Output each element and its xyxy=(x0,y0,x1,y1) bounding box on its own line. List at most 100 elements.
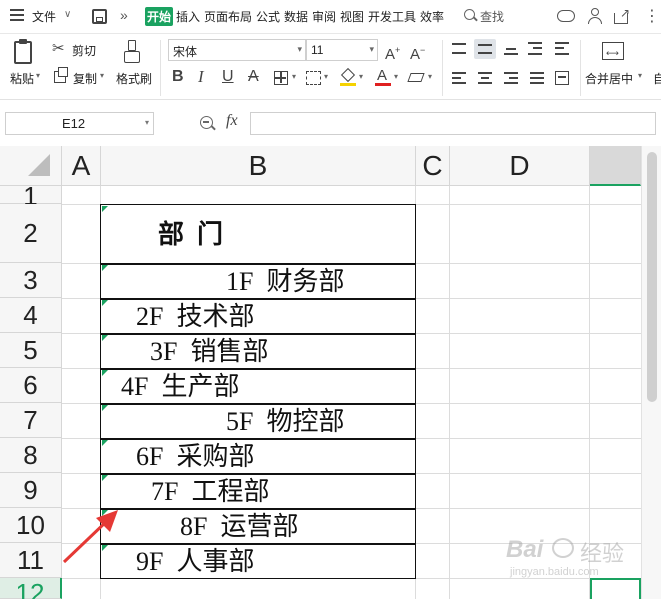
cell-style-icon[interactable] xyxy=(306,71,321,85)
borders-icon[interactable] xyxy=(274,71,288,85)
share-user-icon[interactable] xyxy=(588,8,604,24)
align-left-icon[interactable] xyxy=(452,72,466,86)
column-header-c[interactable]: C xyxy=(416,146,450,186)
cell-b11[interactable]: 9F 人事部 xyxy=(136,547,254,577)
scissors-icon[interactable]: ✂ xyxy=(52,41,65,57)
row-header-4[interactable]: 4 xyxy=(0,298,62,333)
search-label[interactable]: 查找 xyxy=(480,8,504,25)
font-size-select[interactable]: 11 ▾ xyxy=(306,39,378,61)
row-header-1[interactable]: 1 xyxy=(0,183,62,209)
distributed-align-icon[interactable] xyxy=(555,71,569,85)
tab-data[interactable]: 数据 xyxy=(284,8,308,25)
hamburger-menu-icon[interactable] xyxy=(10,9,24,21)
borders-dropdown-icon[interactable]: ▾ xyxy=(292,72,296,81)
select-all-corner[interactable] xyxy=(0,146,62,186)
underline-icon[interactable]: U xyxy=(222,69,234,85)
cell-style-dropdown-icon[interactable]: ▾ xyxy=(324,72,328,81)
copy-icon[interactable] xyxy=(54,67,68,83)
more-options-icon[interactable]: ⋮ xyxy=(644,6,660,26)
row-header-10[interactable]: 10 xyxy=(0,508,62,543)
justify-icon[interactable] xyxy=(530,72,544,86)
row-header-9[interactable]: 9 xyxy=(0,473,62,508)
merge-center-icon[interactable]: ⟷ xyxy=(602,42,624,60)
fill-color-icon[interactable] xyxy=(340,67,356,87)
decrease-font-icon[interactable]: A− xyxy=(410,42,425,63)
export-icon[interactable]: ↗ xyxy=(614,7,630,24)
save-icon[interactable] xyxy=(92,9,107,24)
search-icon[interactable] xyxy=(464,9,478,22)
more-menu-icon[interactable]: » xyxy=(120,7,128,23)
cell-b7[interactable]: 5F 物控部 xyxy=(226,407,344,437)
vertical-scrollbar[interactable] xyxy=(641,146,661,599)
font-color-dropdown-icon[interactable]: ▾ xyxy=(394,72,398,81)
increase-indent-icon[interactable] xyxy=(555,42,569,56)
fx-icon[interactable]: fx xyxy=(226,112,238,130)
merge-center-button[interactable]: 合并居中 xyxy=(585,70,633,87)
tab-review[interactable]: 审阅 xyxy=(312,8,336,25)
strikethrough-icon[interactable]: A xyxy=(248,69,259,85)
merge-center-dropdown-icon[interactable]: ▾ xyxy=(638,71,642,80)
align-right-icon[interactable] xyxy=(504,72,518,86)
increase-font-icon[interactable]: A+ xyxy=(385,42,400,63)
cell-b9[interactable]: 7F 工程部 xyxy=(151,477,269,507)
cell-b3[interactable]: 1F 财务部 xyxy=(226,267,344,297)
column-header-d[interactable]: D xyxy=(450,146,590,186)
row-header-2[interactable]: 2 xyxy=(0,204,62,263)
tab-developer[interactable]: 开发工具 xyxy=(368,8,416,25)
copy-button[interactable]: 复制 xyxy=(73,70,97,87)
tab-formulas[interactable]: 公式 xyxy=(256,8,280,25)
row-header-7[interactable]: 7 xyxy=(0,403,62,438)
bold-icon[interactable]: B xyxy=(172,69,184,85)
chevron-down-icon[interactable]: ∨ xyxy=(64,9,71,20)
ribbon-overflow-label[interactable]: 自 xyxy=(653,70,661,87)
clear-format-dropdown-icon[interactable]: ▾ xyxy=(428,72,432,81)
decrease-indent-icon[interactable] xyxy=(528,42,542,56)
cell-b5[interactable]: 3F 销售部 xyxy=(150,337,268,367)
tab-insert[interactable]: 插入 xyxy=(176,8,200,25)
align-center-icon[interactable] xyxy=(478,72,492,86)
cell-b10[interactable]: 8F 运营部 xyxy=(180,512,298,542)
column-header-a[interactable]: A xyxy=(62,146,101,186)
row-header-12[interactable]: 12 xyxy=(0,578,62,599)
zoom-icon[interactable] xyxy=(200,116,216,131)
paste-button[interactable]: 粘贴 xyxy=(10,70,34,87)
clear-format-icon[interactable] xyxy=(407,73,425,82)
formula-input[interactable] xyxy=(250,112,656,135)
column-header-b[interactable]: B xyxy=(101,146,416,186)
cell-b8[interactable]: 6F 采购部 xyxy=(136,442,254,472)
italic-icon[interactable]: I xyxy=(198,68,204,85)
cloud-icon[interactable] xyxy=(557,10,575,22)
tab-efficiency[interactable]: 效率 xyxy=(420,8,444,25)
name-box[interactable]: E12 ▾ xyxy=(5,112,154,135)
row-header-11[interactable]: 11 xyxy=(0,543,62,578)
font-color-icon[interactable]: A xyxy=(375,67,391,87)
format-painter-icon[interactable] xyxy=(124,40,140,64)
font-name-select[interactable]: 宋体 ▾ xyxy=(168,39,306,61)
row-header-6[interactable]: 6 xyxy=(0,368,62,403)
cell-b6[interactable]: 4F 生产部 xyxy=(121,372,239,402)
row-header-8[interactable]: 8 xyxy=(0,438,62,473)
column-header-e[interactable] xyxy=(590,146,641,186)
fill-color-dropdown-icon[interactable]: ▾ xyxy=(359,72,363,81)
row-header-3[interactable]: 3 xyxy=(0,263,62,298)
table-rule xyxy=(100,403,416,405)
sheet-grid: A B C D 1 2 3 4 5 6 7 8 9 10 11 12 部 门 1… xyxy=(0,146,661,599)
cell-b2-header[interactable]: 部 门 xyxy=(158,220,223,250)
row-header-5[interactable]: 5 xyxy=(0,333,62,368)
paste-dropdown-icon[interactable]: ▾ xyxy=(36,71,40,80)
corner-triangle-icon xyxy=(28,154,50,176)
scrollbar-thumb[interactable] xyxy=(647,152,657,402)
align-middle-selected[interactable] xyxy=(474,39,496,59)
tab-view[interactable]: 视图 xyxy=(340,8,364,25)
align-top-icon[interactable] xyxy=(452,43,466,54)
cell-b4[interactable]: 2F 技术部 xyxy=(136,302,254,332)
align-bottom-icon[interactable] xyxy=(504,46,518,55)
cut-button[interactable]: 剪切 xyxy=(72,42,96,59)
menu-file[interactable]: 文件 xyxy=(32,8,56,25)
copy-dropdown-icon[interactable]: ▾ xyxy=(100,71,104,80)
paste-icon[interactable] xyxy=(14,39,32,64)
tab-page-layout[interactable]: 页面布局 xyxy=(204,8,252,25)
format-painter-button[interactable]: 格式刷 xyxy=(116,70,152,87)
font-size-value: 11 xyxy=(311,43,324,57)
tab-home[interactable]: 开始 xyxy=(145,7,174,26)
